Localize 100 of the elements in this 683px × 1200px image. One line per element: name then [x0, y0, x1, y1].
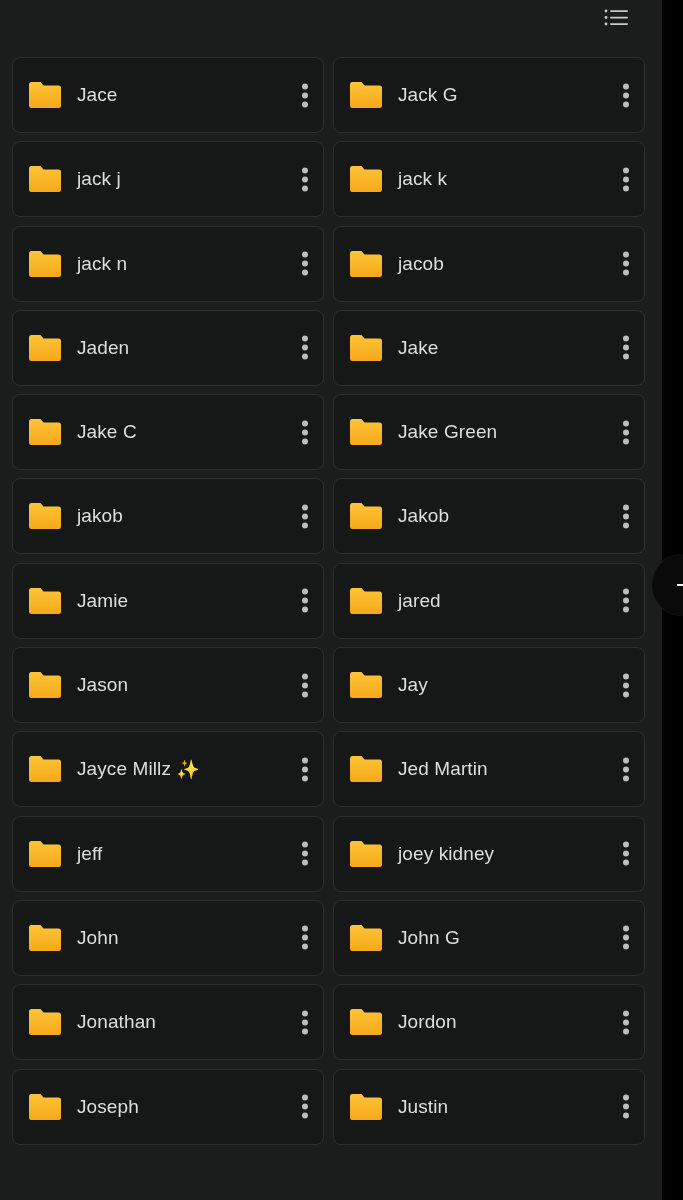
- more-options-button[interactable]: [622, 504, 630, 529]
- folder-icon: [29, 587, 61, 614]
- folder-card[interactable]: Jordon: [333, 984, 645, 1061]
- folder-name: Jamie: [77, 589, 129, 612]
- more-options-button[interactable]: [622, 756, 630, 782]
- folder-name: Jake Green: [398, 421, 498, 444]
- folder-card[interactable]: Jed Martin: [333, 731, 645, 808]
- more-options-button[interactable]: [622, 82, 630, 108]
- folder-card[interactable]: Justin: [333, 1068, 645, 1145]
- folder-icon: [350, 419, 382, 446]
- folder-icon: [29, 1009, 61, 1036]
- folder-name: jakob: [77, 505, 123, 528]
- folder-icon: [29, 250, 61, 277]
- folder-card[interactable]: Jake C: [12, 394, 324, 471]
- folder-icon: [350, 1093, 382, 1120]
- more-options-button[interactable]: [301, 251, 309, 277]
- folder-card[interactable]: Jonathan: [12, 984, 324, 1061]
- folder-card[interactable]: Jaden: [12, 309, 324, 386]
- folder-card[interactable]: Jakob: [333, 478, 645, 555]
- more-options-button[interactable]: [622, 588, 630, 614]
- more-options-button[interactable]: [622, 251, 630, 277]
- folder-icon: [29, 82, 61, 108]
- folder-name: Jonathan: [77, 1011, 156, 1034]
- folder-card[interactable]: Jay: [333, 647, 645, 724]
- folder-card[interactable]: Joseph: [12, 1068, 324, 1145]
- folder-name: Jaden: [77, 336, 130, 359]
- folder-name: Jason: [77, 674, 129, 697]
- folder-name: Joseph: [77, 1095, 139, 1118]
- more-options-button[interactable]: [301, 82, 309, 108]
- folder-card[interactable]: jared: [333, 562, 645, 639]
- folder-icon: [29, 840, 61, 867]
- more-options-button[interactable]: [301, 925, 309, 951]
- folder-card[interactable]: jeff: [12, 815, 324, 892]
- folder-card[interactable]: Jason: [12, 647, 324, 724]
- folder-icon: [350, 503, 382, 530]
- folder-icon: [29, 503, 61, 530]
- folder-icon: [29, 166, 61, 193]
- more-options-button[interactable]: [301, 1094, 309, 1120]
- folder-name: jack j: [77, 168, 121, 191]
- folder-icon: [350, 1009, 382, 1036]
- folder-card[interactable]: John G: [333, 899, 645, 976]
- folder-card[interactable]: Jamie: [12, 562, 324, 639]
- folder-name: Justin: [398, 1095, 449, 1118]
- more-options-button[interactable]: [622, 672, 630, 698]
- more-options-button[interactable]: [622, 166, 630, 192]
- folder-name: jacob: [398, 252, 444, 275]
- list-view-button[interactable]: [604, 9, 628, 26]
- folder-card[interactable]: Jack G: [333, 57, 645, 133]
- folder-icon: [29, 419, 61, 446]
- folder-icon: [29, 924, 61, 951]
- folder-name: joey kidney: [398, 842, 495, 865]
- more-options-button[interactable]: [301, 672, 309, 698]
- folder-icon: [350, 672, 382, 699]
- folder-card[interactable]: Jake: [333, 309, 645, 386]
- folder-card[interactable]: joey kidney: [333, 815, 645, 892]
- folder-card[interactable]: jacob: [333, 225, 645, 302]
- more-options-button[interactable]: [301, 841, 309, 867]
- sparkle-icon: ✨: [176, 757, 200, 781]
- folder-name: John: [77, 926, 119, 949]
- folder-card[interactable]: Jayce Millz ✨: [12, 731, 324, 808]
- more-options-button[interactable]: [301, 335, 309, 361]
- folder-name: John G: [398, 926, 460, 949]
- folder-card[interactable]: John: [12, 899, 324, 976]
- folder-name: Jake C: [77, 421, 137, 444]
- more-options-button[interactable]: [301, 756, 309, 782]
- folder-name: Jace: [77, 84, 118, 106]
- folder-name: Jed Martin: [398, 758, 488, 781]
- folder-name: jared: [398, 589, 441, 612]
- folder-card[interactable]: jack n: [12, 225, 324, 302]
- folder-card[interactable]: Jace: [12, 57, 324, 133]
- folder-icon: [350, 756, 382, 783]
- more-options-button[interactable]: [622, 925, 630, 951]
- folder-card[interactable]: jack j: [12, 141, 324, 218]
- more-options-button[interactable]: [622, 1094, 630, 1120]
- more-options-button[interactable]: [622, 335, 630, 361]
- folder-name: Jay: [398, 674, 428, 697]
- folder-card[interactable]: Jake Green: [333, 394, 645, 471]
- folder-name: Jack G: [398, 84, 458, 106]
- folder-icon: [29, 672, 61, 699]
- folder-icon: [350, 334, 382, 361]
- folder-icon: [350, 840, 382, 867]
- more-options-button[interactable]: [301, 166, 309, 192]
- more-options-button[interactable]: [301, 419, 309, 445]
- more-options-button[interactable]: [622, 1009, 630, 1035]
- folder-name: Jayce Millz: [77, 758, 171, 781]
- folder-name: jack k: [398, 168, 448, 191]
- more-options-button[interactable]: [622, 419, 630, 445]
- folder-card[interactable]: jack k: [333, 141, 645, 218]
- more-options-button[interactable]: [622, 841, 630, 867]
- folder-icon: [350, 166, 382, 193]
- more-options-button[interactable]: [301, 504, 309, 529]
- more-options-button[interactable]: [301, 1009, 309, 1035]
- folder-card[interactable]: jakob: [12, 478, 324, 555]
- more-options-button[interactable]: [301, 588, 309, 614]
- folder-icon: [29, 756, 61, 783]
- folder-icon: [350, 924, 382, 951]
- folder-name: jeff: [77, 842, 103, 865]
- folder-name: jack n: [77, 252, 128, 275]
- folder-icon: [350, 250, 382, 277]
- folder-name: Jordon: [398, 1011, 457, 1034]
